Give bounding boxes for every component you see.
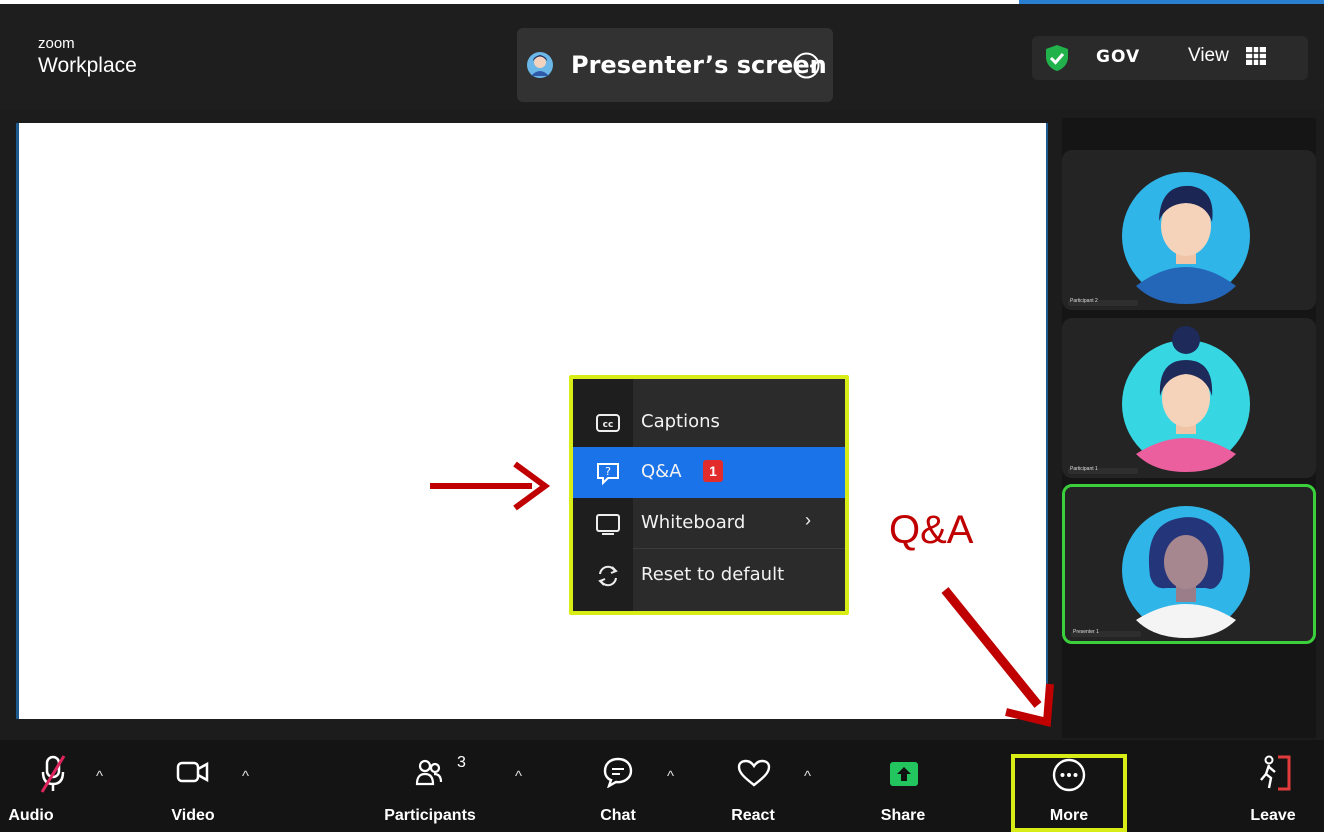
shared-content xyxy=(19,123,1046,719)
grid-view-icon[interactable] xyxy=(1246,47,1266,65)
presenter-screen-pill[interactable]: Presenter’s screen xyxy=(517,28,833,102)
participants-caret[interactable]: ^ xyxy=(515,768,522,785)
presenter-avatar-icon xyxy=(527,52,553,78)
react-label: React xyxy=(731,807,775,824)
annotation-label: Q&A xyxy=(889,508,974,552)
participants-count: 3 xyxy=(457,754,466,771)
menu-item-captions[interactable]: cc Captions xyxy=(573,397,845,448)
video-button[interactable]: Video xyxy=(160,740,226,832)
menu-item-label: Captions xyxy=(641,411,720,432)
chat-caret[interactable]: ^ xyxy=(667,768,674,785)
meeting-info-pill: GOV View xyxy=(1032,36,1308,80)
audio-caret[interactable]: ^ xyxy=(96,768,103,785)
video-caret[interactable]: ^ xyxy=(242,768,249,785)
chat-label: Chat xyxy=(600,807,636,824)
svg-text:cc: cc xyxy=(603,420,614,430)
participant-gallery: Participant 2 Participant 1 Presenter 1 xyxy=(1062,118,1316,738)
menu-item-whiteboard[interactable]: Whiteboard › xyxy=(573,498,845,549)
video-camera-icon xyxy=(176,761,209,783)
mic-muted-icon xyxy=(40,755,66,793)
react-caret[interactable]: ^ xyxy=(804,768,811,785)
reset-icon xyxy=(598,565,618,587)
menu-item-reset[interactable]: Reset to default xyxy=(573,550,845,601)
more-menu: cc Captions ? Q&A 1 Whiteboard › Reset t… xyxy=(569,375,849,615)
menu-item-label: Whiteboard xyxy=(641,512,746,533)
more-highlight-box xyxy=(1011,754,1127,832)
share-button[interactable]: Share xyxy=(870,740,936,832)
participants-icon xyxy=(415,759,443,786)
participants-button[interactable]: 3 Participants xyxy=(375,740,485,832)
top-bar: zoom Workplace Presenter’s screen GOV Vi… xyxy=(0,0,1324,110)
presenter-title: Presenter’s screen xyxy=(571,51,827,79)
shield-check-icon[interactable] xyxy=(1044,44,1070,72)
share-label: Share xyxy=(880,807,926,824)
view-button[interactable]: View xyxy=(1188,45,1229,67)
participant-tile[interactable]: Participant 1 xyxy=(1062,318,1316,478)
whiteboard-icon xyxy=(596,514,620,535)
participant-name: Participant 1 xyxy=(1070,466,1098,472)
app-logo: zoom Workplace xyxy=(38,36,137,76)
brand-small: zoom xyxy=(38,35,75,52)
brand-big: Workplace xyxy=(38,54,137,77)
menu-item-label: Q&A xyxy=(641,461,682,482)
top-strip-accent xyxy=(1019,0,1324,4)
participants-label: Participants xyxy=(384,807,476,824)
audio-button[interactable]: Audio xyxy=(8,740,86,832)
security-label: GOV xyxy=(1096,47,1141,67)
leave-icon xyxy=(1260,755,1291,791)
zoom-meeting-window: zoom Workplace Presenter’s screen GOV Vi… xyxy=(0,0,1324,832)
chat-button[interactable]: Chat xyxy=(585,740,651,832)
participant-name: Participant 2 xyxy=(1070,298,1098,304)
audio-label: Audio xyxy=(8,807,54,824)
participant-name: Presenter 1 xyxy=(1073,629,1099,635)
menu-item-label: Reset to default xyxy=(641,564,785,585)
menu-item-qa[interactable]: ? Q&A 1 xyxy=(573,447,845,498)
qa-count-badge: 1 xyxy=(703,460,723,482)
top-strip xyxy=(0,0,1324,4)
leave-button[interactable]: Leave xyxy=(1240,740,1306,832)
participant-avatar-icon xyxy=(1122,172,1250,304)
participant-tile[interactable]: Participant 2 xyxy=(1062,150,1316,310)
participant-avatar-icon xyxy=(1122,506,1250,638)
chevron-right-icon: › xyxy=(805,510,811,530)
shared-screen xyxy=(16,123,1048,719)
react-button[interactable]: React xyxy=(718,740,788,832)
leave-label: Leave xyxy=(1250,807,1296,824)
chat-icon xyxy=(603,757,633,788)
qa-icon: ? xyxy=(597,463,619,486)
participant-avatar-icon xyxy=(1122,326,1250,472)
svg-text:?: ? xyxy=(605,465,611,478)
captions-icon: cc xyxy=(596,414,620,432)
participant-tile-active[interactable]: Presenter 1 xyxy=(1062,484,1316,644)
heart-icon xyxy=(737,759,771,787)
video-label: Video xyxy=(171,807,215,824)
presenter-options-icon[interactable] xyxy=(793,52,820,79)
share-screen-icon xyxy=(890,762,918,786)
